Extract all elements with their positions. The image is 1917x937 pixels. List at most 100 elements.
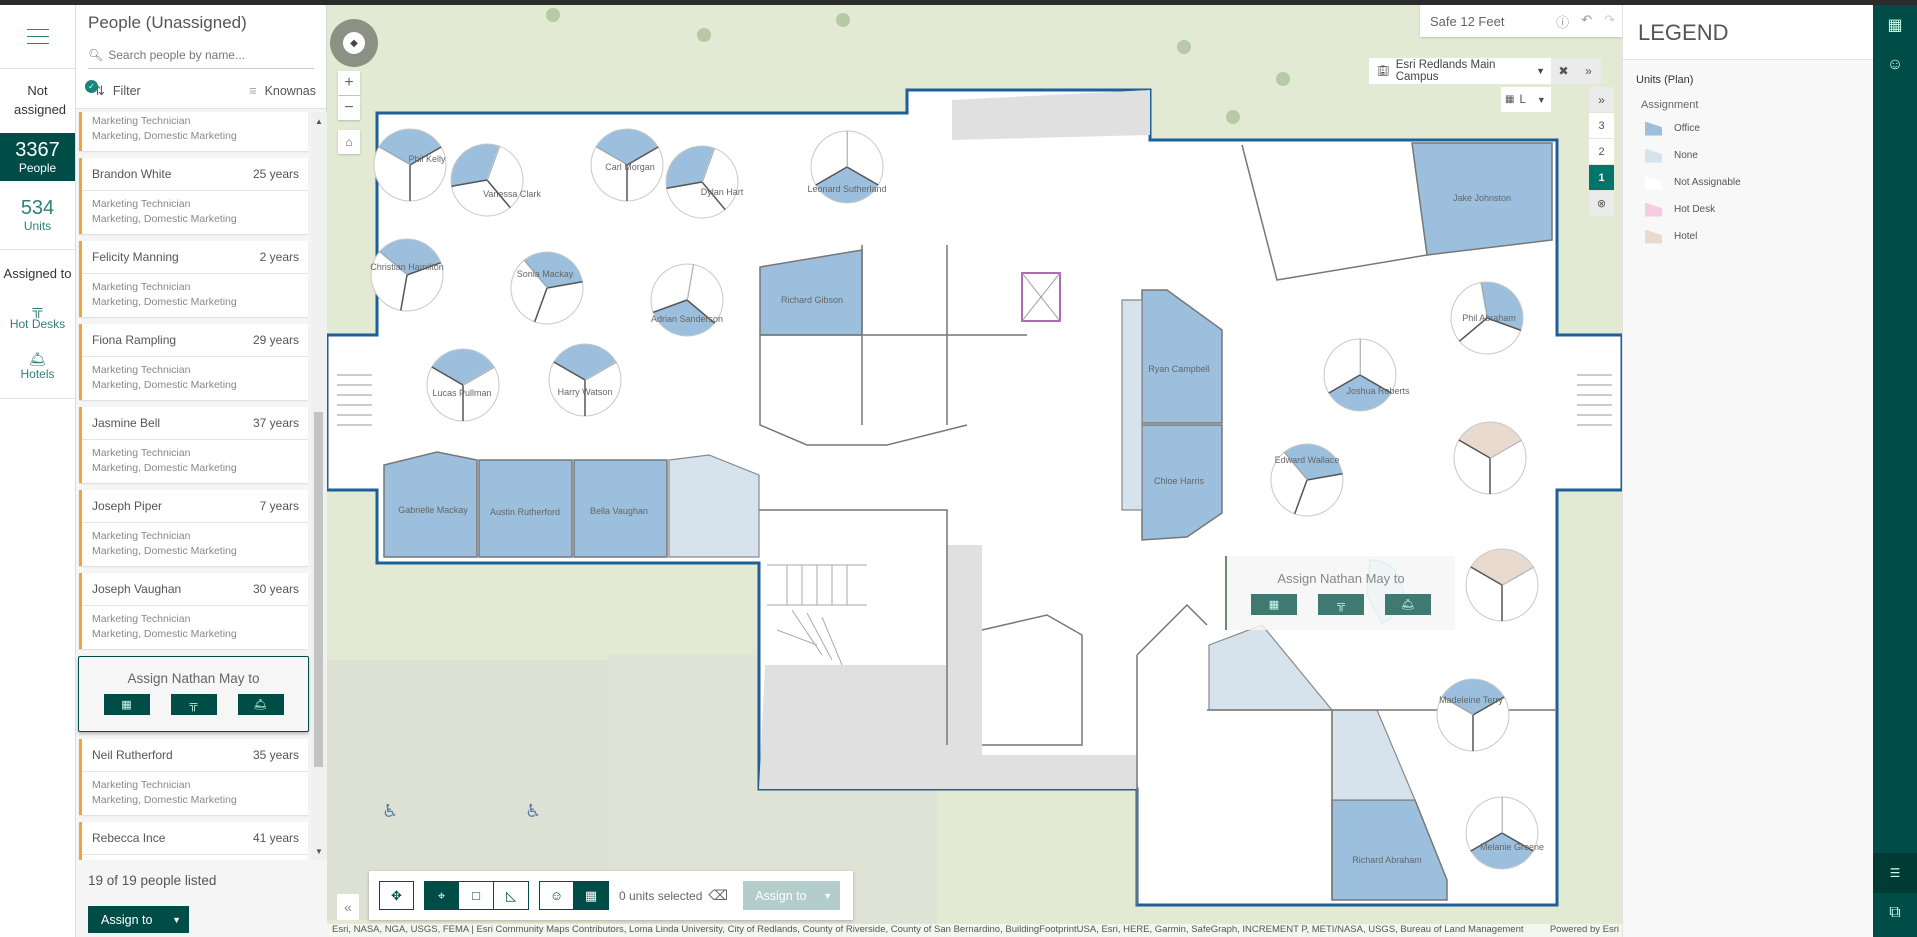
people-icon: ☺: [549, 888, 564, 903]
floorplan-panel-button[interactable]: ▦: [1873, 5, 1917, 45]
undo-icon[interactable]: ↶: [1581, 12, 1592, 31]
legend-panel-button[interactable]: ☰: [1873, 853, 1917, 893]
selection-toolbar: ✥ ⌖ □ ◺ ☺ ▦ 0 units selected ⌫ Assign to…: [369, 871, 853, 920]
units-mode-button[interactable]: ▦: [574, 881, 609, 910]
label-leonard-sutherland: Leonard Sutherland: [807, 184, 886, 194]
scroll-down-arrow-icon[interactable]: ▼: [315, 847, 323, 856]
person-card[interactable]: Neil Rutherford 35 years Marketing Techni…: [79, 739, 308, 815]
label-melanie-greene: Melanie Greene: [1480, 842, 1544, 852]
people-count: 3367: [15, 139, 60, 161]
person-name: Joseph Vaughan: [92, 582, 182, 596]
person-dept: Marketing, Domestic Marketing: [92, 545, 237, 557]
lasso-icon: ◺: [506, 887, 516, 903]
eraser-icon[interactable]: ⌫: [708, 887, 728, 904]
search-input[interactable]: 🔍︎ Search people by name...: [88, 41, 314, 69]
legend-title: LEGEND: [1623, 5, 1873, 60]
person-card[interactable]: Fiona Rampling 29 years Marketing Technic…: [79, 324, 308, 400]
caret-down-icon: ▼: [823, 890, 833, 901]
people-count-text: 19 of 19 people listed: [88, 873, 217, 888]
zoom-to-site-button[interactable]: ✖: [1551, 58, 1576, 84]
person-card[interactable]: Brandon White 25 years Marketing Technici…: [79, 158, 308, 234]
divider: [0, 381, 75, 399]
units-tab[interactable]: 534 Units: [0, 197, 75, 250]
units-count: 534: [20, 197, 55, 219]
scroll-up-arrow-icon[interactable]: ▲: [315, 117, 323, 126]
person-tenure: 37 years: [252, 416, 299, 430]
expand-site-button[interactable]: »: [1576, 58, 1601, 84]
scrollbar-thumb[interactable]: [314, 412, 323, 767]
person-card[interactable]: Jasmine Bell 37 years Marketing Technicia…: [79, 407, 308, 483]
assign-to-button[interactable]: Assign to ▼: [88, 906, 189, 933]
search-placeholder: Search people by name...: [108, 47, 245, 62]
assign-hot-desk-button[interactable]: ╦: [170, 694, 217, 715]
compass-button[interactable]: ◆: [330, 19, 378, 67]
person-card[interactable]: Marketing Technician Marketing, Domestic…: [79, 112, 308, 151]
floor-plan-map[interactable]: ♿ ♿ Phil Kelly Vanessa Clark Carl Morgan…: [327, 5, 1622, 937]
point-select-button[interactable]: ⌖: [424, 881, 459, 910]
assign-unit-button[interactable]: ▦: [103, 694, 150, 715]
person-card[interactable]: Rebecca Ince41 years Marketing Technicia…: [79, 822, 308, 860]
assign-hotel-button[interactable]: 🛎︎: [237, 694, 284, 715]
hotels-tab[interactable]: 🛎︎ Hotels: [0, 351, 75, 381]
label-lucas-pullman: Lucas Pullman: [432, 388, 491, 398]
sort-icon: ≡: [249, 83, 257, 98]
label-jake-johnston: Jake Johnston: [1453, 193, 1511, 203]
person-card[interactable]: Felicity Manning 2 years Marketing Techni…: [79, 241, 308, 317]
floorplan-icon: ▦: [1887, 17, 1903, 34]
people-panel-button[interactable]: ☺: [1873, 45, 1917, 85]
assigned-to-label: Assigned to: [3, 266, 72, 281]
redo-icon[interactable]: ↷: [1604, 12, 1615, 31]
site-selector[interactable]: 🏢︎ Esri Redlands Main Campus ▼: [1369, 58, 1551, 84]
info-icon[interactable]: ⓘ: [1556, 12, 1569, 31]
lasso-select-button[interactable]: ◺: [494, 881, 529, 910]
people-panel: People (Unassigned) 🔍︎ Search people by …: [76, 5, 327, 937]
facility-selector[interactable]: ▦ L ▼: [1501, 87, 1551, 112]
floor-3-button[interactable]: 3: [1589, 113, 1614, 138]
powered-by-esri[interactable]: Powered by Esri: [1550, 924, 1622, 937]
safe-distance-label: Safe 12 Feet: [1430, 13, 1505, 29]
legend-panel: LEGEND Units (Plan) Assignment Office Non…: [1622, 5, 1873, 937]
list-scrollbar[interactable]: ▲ ▼: [311, 112, 327, 860]
person-dept: Marketing, Domestic Marketing: [92, 296, 237, 308]
menu-button[interactable]: [0, 5, 75, 69]
person-dept: Marketing, Domestic Marketing: [92, 794, 237, 806]
people-list[interactable]: Marketing Technician Marketing, Domestic…: [76, 112, 311, 860]
person-tenure: 30 years: [252, 582, 299, 596]
person-title: Marketing Technician: [92, 447, 191, 459]
filter-active-check-icon: ✓: [85, 80, 98, 93]
rectangle-select-button[interactable]: □: [459, 881, 494, 910]
layers-icon: ⧉: [1889, 904, 1901, 921]
person-name: Felicity Manning: [92, 250, 179, 264]
hotels-label: Hotels: [20, 367, 55, 381]
clear-floor-button[interactable]: ⊗: [1589, 191, 1614, 216]
person-title: Marketing Technician: [92, 613, 191, 625]
floor-1-button[interactable]: 1: [1589, 165, 1614, 190]
person-card[interactable]: Joseph Piper 7 years Marketing Technician…: [79, 490, 308, 566]
zoom-in-button[interactable]: +: [338, 71, 360, 95]
zoom-out-button[interactable]: −: [338, 96, 360, 120]
people-icon: ☺: [1886, 56, 1904, 73]
assign-unit-button[interactable]: ▦: [1251, 594, 1297, 615]
hot-desks-tab[interactable]: ╦ Hot Desks: [0, 301, 75, 331]
sort-button[interactable]: ≡ Knownas: [249, 84, 316, 98]
people-tab[interactable]: 3367 People: [0, 133, 75, 181]
map-assign-to-button[interactable]: Assign to ▼: [743, 881, 841, 910]
filter-bar: ✓ ⇅ Filter ≡ Knownas: [76, 73, 326, 109]
floor-2-button[interactable]: 2: [1589, 139, 1614, 164]
layers-panel-button[interactable]: ⧉: [1873, 893, 1917, 933]
assign-hot-desk-button[interactable]: ╦: [1318, 594, 1364, 615]
hot-desk-icon: ╦: [32, 301, 43, 317]
legend-item: Hotel: [1623, 219, 1873, 246]
people-mode-button[interactable]: ☺: [539, 881, 574, 910]
collapse-toolbar-button[interactable]: «: [337, 894, 359, 920]
person-tenure: 35 years: [252, 748, 299, 762]
legend-group-name: Assignment: [1641, 99, 1699, 111]
home-button[interactable]: ⌂: [338, 130, 360, 154]
assign-person-card: Assign Nathan May to ▦ ╦ 🛎︎: [78, 656, 309, 732]
legend-list-icon: ☰: [1889, 866, 1901, 880]
person-card[interactable]: Joseph Vaughan 30 years Marketing Technic…: [79, 573, 308, 649]
pan-tool-button[interactable]: ✥: [379, 881, 414, 910]
expand-facility-button[interactable]: »: [1589, 87, 1614, 112]
label-vanessa-clark: Vanessa Clark: [483, 189, 541, 199]
assign-hotel-button[interactable]: 🛎︎: [1385, 594, 1431, 615]
